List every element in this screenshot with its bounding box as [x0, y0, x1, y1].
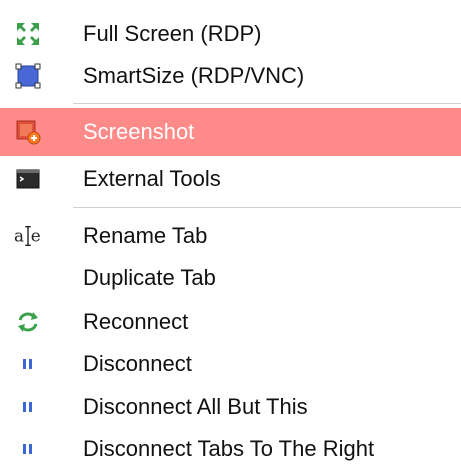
screenshot-icon [14, 118, 42, 146]
pause-icon [14, 393, 42, 421]
svg-text:a: a [14, 226, 24, 246]
pause-icon [14, 435, 42, 463]
menu-item-screenshot[interactable]: Screenshot [0, 108, 461, 156]
rename-icon: a e [14, 222, 42, 250]
menu-item-rename-tab[interactable]: a e Rename Tab [0, 212, 461, 260]
menu-item-label: Screenshot [83, 119, 195, 144]
fullscreen-icon [14, 20, 42, 48]
menu-item-label: Reconnect [83, 309, 189, 334]
menu-item-label: SmartSize (RDP/VNC) [83, 63, 305, 88]
menu-item-label: Rename Tab [83, 223, 208, 248]
menu-item-label: Disconnect All But This [83, 394, 308, 419]
menu-item-label: Disconnect [83, 351, 192, 376]
menu-item-label: Disconnect Tabs To The Right [83, 436, 375, 461]
menu-item-reconnect[interactable]: Reconnect [0, 298, 461, 346]
menu-item-label: Full Screen (RDP) [83, 21, 262, 46]
menu-item-disconnect-all-but-this[interactable]: Disconnect All But This [0, 383, 461, 431]
menu-item-full-screen[interactable]: Full Screen (RDP) [0, 10, 461, 58]
pause-icon [14, 350, 42, 378]
menu-item-duplicate-tab[interactable]: Duplicate Tab [0, 254, 461, 302]
terminal-icon [14, 165, 42, 193]
context-menu: Full Screen (RDP) SmartSize (RDP/VNC) Sc… [0, 0, 461, 473]
menu-separator [73, 103, 461, 104]
refresh-icon [14, 308, 42, 336]
menu-item-label: External Tools [83, 166, 221, 191]
menu-separator [73, 207, 461, 208]
menu-item-disconnect[interactable]: Disconnect [0, 340, 461, 388]
smartsize-icon [14, 62, 42, 90]
menu-item-smartsize[interactable]: SmartSize (RDP/VNC) [0, 52, 461, 100]
menu-item-disconnect-tabs-to-the-right[interactable]: Disconnect Tabs To The Right [0, 425, 461, 473]
svg-text:e: e [31, 226, 41, 246]
menu-item-label: Duplicate Tab [83, 265, 216, 290]
menu-item-external-tools[interactable]: External Tools [0, 155, 461, 203]
